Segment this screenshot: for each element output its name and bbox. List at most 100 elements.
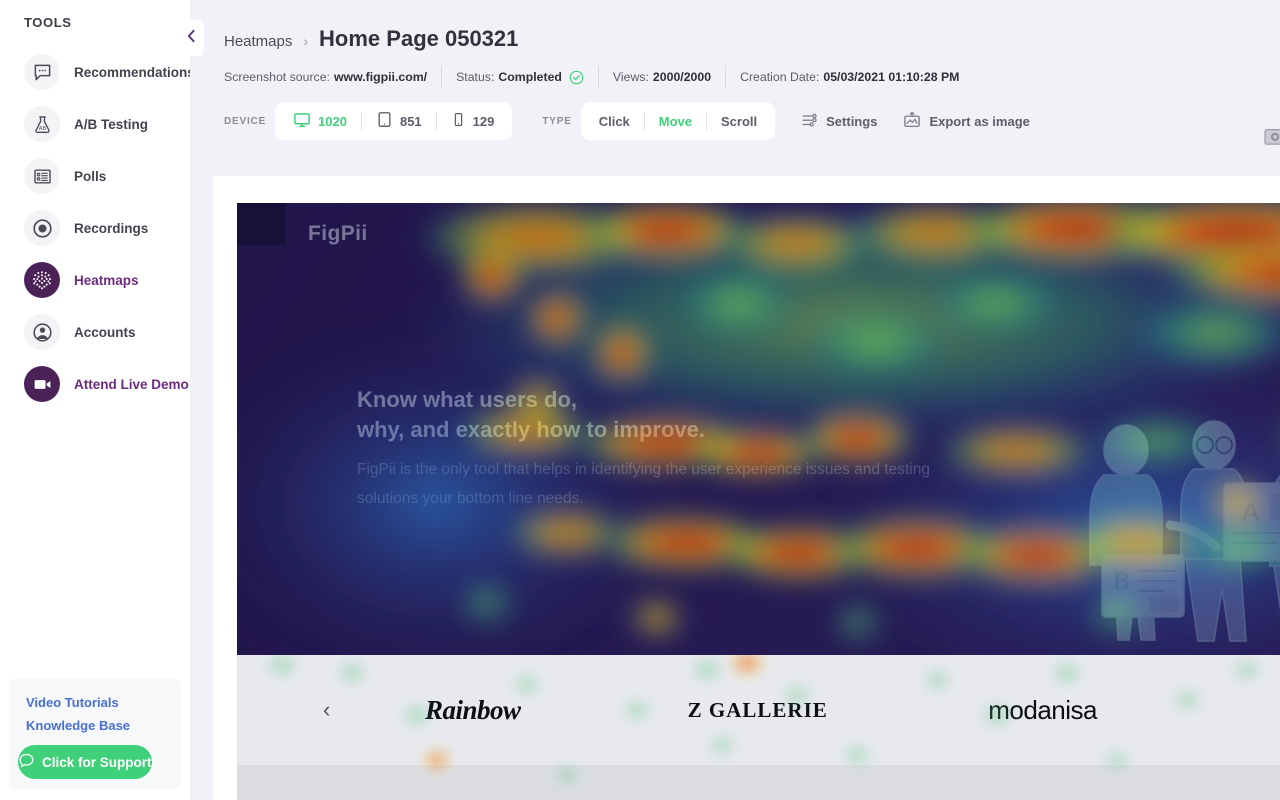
heatmap-screenshot-viewport[interactable]: FigPii Know what users do, why, and exac… [237, 203, 1280, 800]
figpii-logo: FigPii [308, 222, 368, 245]
sidebar-nav: Recommendations AB A/B Testing Polls Rec… [0, 46, 195, 410]
export-label: Export as image [929, 113, 1030, 129]
type-option-click[interactable]: Click [585, 102, 644, 140]
type-option-move[interactable]: Move [645, 102, 706, 140]
svg-text:AB: AB [38, 126, 46, 132]
export-image-icon [903, 111, 921, 132]
sidebar-support-card: Video Tutorials Knowledge Base Click for… [9, 679, 181, 789]
toolbar: DEVICE 1020 851 129 TYPE Click Move Scro… [190, 88, 1280, 140]
device-label: DEVICE [224, 115, 267, 127]
meta-source: Screenshot source: www.figpii.com/ [224, 70, 427, 84]
check-circle-icon [569, 70, 584, 85]
carousel-prev-icon[interactable]: ‹ [323, 697, 330, 723]
meta-status: Status: Completed [456, 70, 584, 85]
sidebar-item-ab-testing[interactable]: AB A/B Testing [0, 98, 190, 150]
poll-list-icon [24, 158, 60, 194]
meta-source-label: Screenshot source: [224, 70, 330, 84]
sidebar-item-recommendations[interactable]: Recommendations [0, 46, 195, 98]
breadcrumb-parent[interactable]: Heatmaps [224, 33, 292, 50]
status-badge: Completed [498, 70, 562, 84]
metadata-row: Screenshot source: www.figpii.com/ Statu… [190, 52, 1280, 88]
breadcrumb: Heatmaps › Home Page 050321 [190, 0, 1280, 52]
heatmap-dots-icon [24, 262, 60, 298]
captured-page-lower-strip [237, 765, 1280, 800]
brand-logo-modanisa: modanisa [988, 694, 1097, 725]
type-segmented-control: Click Move Scroll [580, 102, 776, 140]
main-content: Heatmaps › Home Page 050321 Screenshot s… [178, 0, 1280, 800]
chat-support-icon [18, 752, 35, 772]
device-count-desktop: 1020 [318, 113, 347, 129]
type-label: TYPE [542, 115, 572, 127]
sidebar-item-polls[interactable]: Polls [0, 150, 190, 202]
knowledge-base-link[interactable]: Knowledge Base [9, 714, 181, 737]
type-scroll-label: Scroll [721, 113, 758, 129]
type-option-scroll[interactable]: Scroll [707, 102, 771, 140]
flask-ab-icon: AB [24, 106, 60, 142]
sidebar-item-heatmaps[interactable]: Heatmaps [0, 254, 190, 306]
device-count-tablet: 851 [399, 113, 422, 129]
meta-status-label: Status: [456, 70, 495, 84]
settings-button[interactable]: Settings [801, 111, 877, 131]
mobile-icon [451, 111, 466, 131]
app-root: TOOLS Recommendations AB A/B Testing Pol… [0, 0, 1280, 800]
sidebar-item-label: Recordings [74, 220, 149, 236]
chevron-left-icon [186, 29, 197, 48]
sidebar-item-recordings[interactable]: Recordings [0, 202, 190, 254]
device-segmented-control: 1020 851 129 [275, 102, 513, 140]
chat-bubble-icon [24, 54, 60, 90]
brand-logo-meandmygolf: ME AND MY GOLF [1185, 697, 1280, 723]
sidebar-item-label: A/B Testing [74, 116, 148, 132]
meta-divider [597, 66, 599, 88]
captured-page-logo-strip: ‹ Rainbow Z GALLERIE modanisa ME AND MY … [237, 655, 1280, 765]
export-as-image-button[interactable]: Export as image [903, 111, 1030, 132]
click-for-support-button[interactable]: Click for Support [18, 745, 152, 779]
breadcrumb-separator: › [303, 33, 309, 49]
sliders-icon [801, 111, 818, 131]
meta-created-label: Creation Date: [740, 70, 820, 84]
sidebar-item-label: Recommendations [74, 64, 195, 80]
click-for-support-label: Click for Support [42, 754, 152, 770]
team-illustration: A B [1089, 420, 1280, 642]
user-avatar-icon [24, 314, 60, 350]
page-title: Home Page 050321 [319, 26, 519, 51]
meta-divider [441, 66, 443, 88]
meta-creation-date: Creation Date: 05/03/2021 01:10:28 PM [740, 70, 959, 84]
device-count-mobile: 129 [472, 113, 495, 129]
meta-source-value[interactable]: www.figpii.com/ [334, 70, 427, 84]
sidebar-item-label: Attend Live Demo [74, 376, 189, 392]
tablet-icon [376, 111, 393, 131]
meta-views-label: Views: [612, 70, 649, 84]
sidebar-item-accounts[interactable]: Accounts [0, 306, 190, 358]
settings-label: Settings [826, 113, 878, 129]
type-click-label: Click [598, 113, 630, 129]
sidebar: TOOLS Recommendations AB A/B Testing Pol… [0, 0, 195, 800]
meta-views: Views: 2000/2000 [613, 70, 711, 84]
hero-headline: Know what users do, why, and exactly how… [357, 387, 706, 442]
device-option-tablet[interactable]: 851 [362, 102, 436, 140]
brand-logo-rainbow: Rainbow [425, 694, 521, 725]
sidebar-item-label: Accounts [74, 324, 136, 340]
svg-text:B: B [1114, 568, 1130, 595]
record-dot-icon [24, 210, 60, 246]
captured-page-hero: FigPii Know what users do, why, and exac… [237, 203, 1280, 655]
sidebar-item-label: Heatmaps [74, 272, 139, 288]
svg-text:A: A [1242, 497, 1260, 527]
video-camera-icon [24, 366, 60, 402]
meta-divider [725, 66, 727, 88]
sidebar-item-attend-live-demo[interactable]: Attend Live Demo [0, 358, 190, 410]
hero-subtext: FigPii is the only tool that helps in id… [357, 461, 930, 507]
type-move-label: Move [658, 113, 693, 129]
video-tutorials-link[interactable]: Video Tutorials [9, 691, 181, 714]
sidebar-section-label: TOOLS [24, 15, 72, 30]
hero-corner-block [237, 203, 285, 245]
meta-created-value: 05/03/2021 01:10:28 PM [823, 70, 960, 84]
brand-logo-zgallerie: Z GALLERIE [687, 697, 828, 722]
sidebar-collapse-button[interactable] [178, 20, 204, 56]
camera-icon[interactable] [1264, 126, 1280, 146]
golf-top-text: ME AND MY [1185, 697, 1280, 710]
device-option-desktop[interactable]: 1020 [279, 102, 361, 140]
desktop-icon [293, 111, 311, 132]
meta-views-value: 2000/2000 [652, 70, 712, 84]
sidebar-item-label: Polls [74, 168, 107, 184]
device-option-mobile[interactable]: 129 [437, 102, 509, 140]
